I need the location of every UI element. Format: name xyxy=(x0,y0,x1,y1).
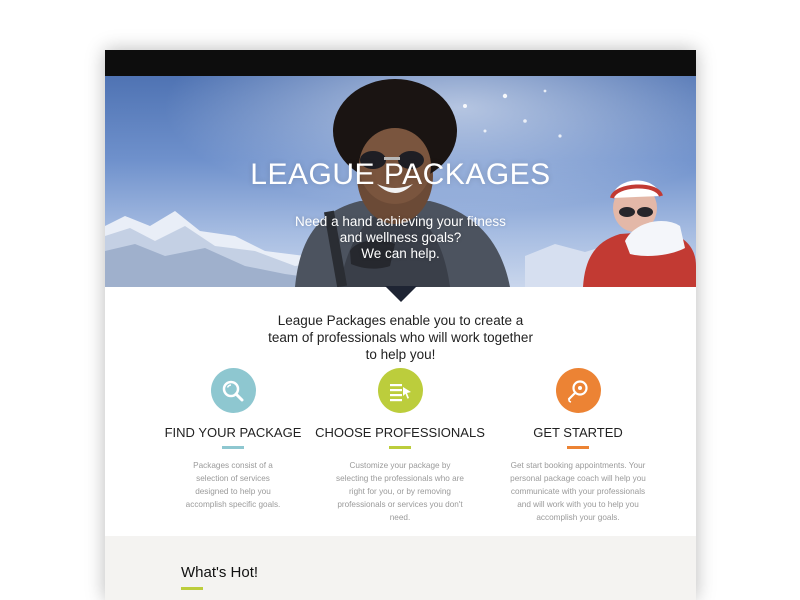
hero-subtitle-line: Need a hand achieving your fitness xyxy=(295,214,506,229)
feature-description-line: professionals or services you don't xyxy=(337,500,463,509)
feature-underline xyxy=(567,446,589,449)
feature-description-line: and will work with you to help you xyxy=(517,500,639,509)
feature-choose-professionals: CHOOSE PROFESSIONALS Customize your pack… xyxy=(305,368,495,524)
feature-title: FIND YOUR PACKAGE xyxy=(164,425,302,440)
hero-subtitle-line: and wellness goals? xyxy=(339,230,462,245)
top-navigation-bar xyxy=(105,50,696,76)
hero-subtitle: Need a hand achieving your fitness and w… xyxy=(105,214,696,262)
whats-hot-underline xyxy=(181,587,203,590)
intro-line: to help you! xyxy=(365,347,436,362)
feature-description-line: right for you, or by removing xyxy=(349,487,451,496)
whats-hot-section: What's Hot! xyxy=(105,536,696,600)
feature-get-started: GET STARTED Get start booking appointmen… xyxy=(483,368,673,524)
list-cursor-icon xyxy=(390,383,411,401)
screenshot-stage: LEAGUE PACKAGES Need a hand achieving yo… xyxy=(0,0,800,600)
feature-description-line: need. xyxy=(389,513,411,522)
feature-description-line: selecting the professionals who are xyxy=(336,474,464,483)
feature-underline xyxy=(389,446,411,449)
get-started-icon-circle[interactable] xyxy=(555,368,601,413)
hero-pointer-arrow xyxy=(385,286,417,302)
feature-description-line: communicate with your professionals xyxy=(510,487,646,496)
hero-title: LEAGUE PACKAGES xyxy=(250,158,551,191)
web-page-preview: LEAGUE PACKAGES Need a hand achieving yo… xyxy=(105,50,696,600)
whats-hot-title: What's Hot! xyxy=(181,564,259,581)
feature-description-line: selection of services xyxy=(196,474,270,483)
feature-find-your-package: FIND YOUR PACKAGE Packages consist of a … xyxy=(138,368,328,511)
hero-subtitle-line: We can help. xyxy=(361,246,440,261)
intro-line: team of professionals who will work toge… xyxy=(268,330,533,345)
feature-description-line: Get start booking appointments. Your xyxy=(510,461,646,470)
feature-description-line: Customize your package by xyxy=(349,461,451,470)
intro-text: League Packages enable you to create a t… xyxy=(105,312,696,363)
feature-title: GET STARTED xyxy=(533,425,623,440)
feature-description-line: accomplish specific goals. xyxy=(185,500,281,509)
feature-description: Customize your package by selecting the … xyxy=(305,459,495,524)
feature-description-line: Packages consist of a xyxy=(193,461,273,470)
hero-banner: LEAGUE PACKAGES Need a hand achieving yo… xyxy=(105,76,696,287)
feature-description: Get start booking appointments. Your per… xyxy=(483,459,673,524)
feature-underline xyxy=(222,446,244,449)
whistle-icon xyxy=(567,379,588,403)
find-package-icon-circle[interactable] xyxy=(210,368,256,413)
magnifier-icon xyxy=(222,380,244,401)
feature-description-line: accomplish your goals. xyxy=(536,513,620,522)
feature-description-line: designed to help you xyxy=(195,487,271,496)
intro-line: League Packages enable you to create a xyxy=(277,313,524,328)
feature-description-line: personal package coach will help you xyxy=(510,474,646,483)
feature-title: CHOOSE PROFESSIONALS xyxy=(315,425,485,440)
choose-professionals-icon-circle[interactable] xyxy=(377,368,423,413)
feature-description: Packages consist of a selection of servi… xyxy=(138,459,328,511)
